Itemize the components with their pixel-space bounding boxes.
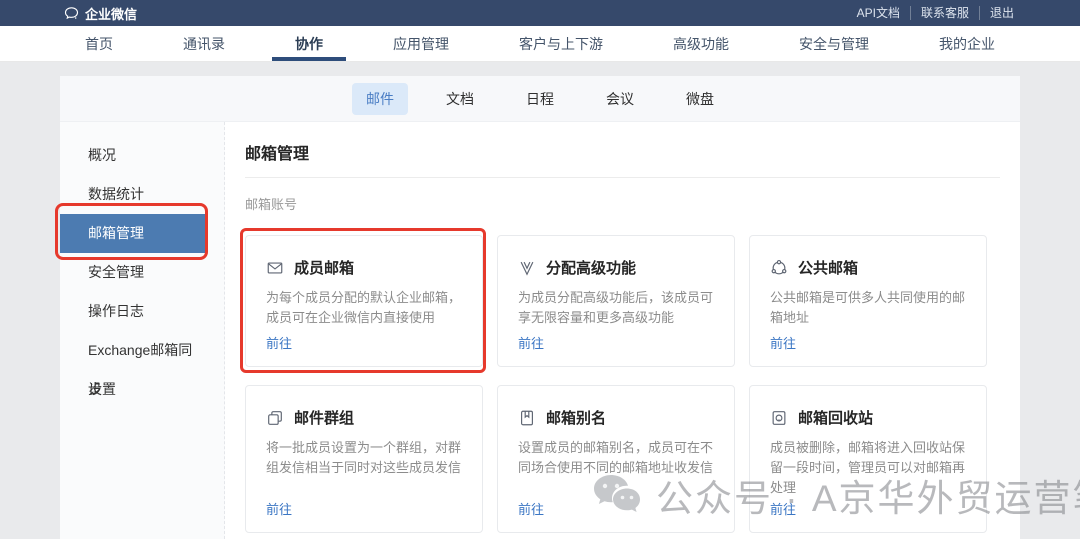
nav-item-label: 客户与上下游 bbox=[519, 35, 603, 52]
topbar-link[interactable]: API文档 bbox=[847, 6, 910, 20]
collab-tabbar: 邮件 文档 日程 会议 微盘 bbox=[60, 76, 1020, 122]
go-link[interactable]: 前往 bbox=[266, 499, 292, 518]
tab[interactable]: 文档 bbox=[432, 83, 488, 115]
go-link[interactable]: 前往 bbox=[770, 499, 796, 518]
card-description: 公共邮箱是可供多人共同使用的邮箱地址 bbox=[770, 290, 966, 326]
card-description: 设置成员的邮箱别名，成员可在不同场合使用不同的邮箱地址收发信 bbox=[518, 440, 714, 476]
go-link[interactable]: 前往 bbox=[266, 333, 292, 352]
nav-item-label: 协作 bbox=[295, 35, 323, 52]
nav-item-label: 应用管理 bbox=[393, 35, 449, 52]
card-title: 邮件群组 bbox=[294, 410, 355, 427]
sidebar-item[interactable]: 概况 bbox=[60, 136, 206, 175]
feature-card: 成员邮箱 为每个成员分配的默认企业邮箱，成员可在企业微信内直接使用 前往 bbox=[245, 235, 483, 367]
nav-item-label: 安全与管理 bbox=[799, 35, 869, 52]
card-head: 公共邮箱 bbox=[770, 257, 966, 278]
collab-tabs: 邮件 文档 日程 会议 微盘 bbox=[352, 82, 728, 115]
nav-item[interactable]: 应用管理 bbox=[393, 26, 449, 61]
card-title: 成员邮箱 bbox=[294, 260, 355, 277]
title-divider bbox=[245, 177, 1000, 178]
sidebar-item[interactable]: 安全管理 bbox=[60, 253, 206, 292]
tab[interactable]: 微盘 bbox=[672, 83, 728, 115]
tab[interactable]: 会议 bbox=[592, 83, 648, 115]
topbar: 企业微信 API文档 联系客服 退出 bbox=[0, 0, 1080, 26]
feature-card: 邮件群组 将一批成员设置为一个群组，对群组发信相当于同时对这些成员发信 前往 bbox=[245, 385, 483, 533]
sidebar-item[interactable]: 数据统计 bbox=[60, 175, 206, 214]
nav-item-label: 通讯录 bbox=[183, 35, 225, 52]
card-head: 邮箱回收站 bbox=[770, 407, 966, 428]
feature-card: 邮箱别名 设置成员的邮箱别名，成员可在不同场合使用不同的邮箱地址收发信 前往 bbox=[497, 385, 735, 533]
card-description: 成员被删除，邮箱将进入回收站保留一段时间，管理员可以对邮箱再处理 bbox=[770, 440, 966, 496]
card-title: 公共邮箱 bbox=[798, 260, 859, 277]
nav-item[interactable]: 客户与上下游 bbox=[519, 26, 603, 61]
tab[interactable]: 邮件 bbox=[352, 82, 408, 115]
card-head: 邮件群组 bbox=[266, 407, 462, 428]
feature-card: 邮箱回收站 成员被删除，邮箱将进入回收站保留一段时间，管理员可以对邮箱再处理 前… bbox=[749, 385, 987, 533]
recycle-bin-icon bbox=[770, 409, 788, 427]
page-title: 邮箱管理 bbox=[245, 146, 310, 163]
sidebar-item[interactable]: 操作日志 bbox=[60, 292, 206, 331]
go-link[interactable]: 前往 bbox=[518, 333, 544, 352]
mail-icon bbox=[266, 259, 284, 277]
shared-circle-icon bbox=[770, 259, 788, 277]
nav-item[interactable]: 协作 bbox=[295, 26, 323, 61]
vip-v-icon bbox=[518, 259, 536, 277]
feature-cards: 成员邮箱 为每个成员分配的默认企业邮箱，成员可在企业微信内直接使用 前往 分配高… bbox=[245, 235, 987, 533]
brand-name: 企业微信 bbox=[85, 6, 138, 22]
topbar-link[interactable]: 退出 bbox=[978, 6, 1024, 20]
main-nav: 首页 通讯录 协作 应用管理 客户与上下游 高级功能 安全与管理 我的企业 bbox=[0, 26, 1080, 62]
sidebar-item[interactable]: 邮箱管理 bbox=[60, 214, 206, 253]
card-head: 成员邮箱 bbox=[266, 257, 462, 278]
bookmark-alias-icon bbox=[518, 409, 536, 427]
nav-item-label: 首页 bbox=[85, 35, 113, 52]
card-title: 邮箱别名 bbox=[546, 410, 607, 427]
card-description: 将一批成员设置为一个群组，对群组发信相当于同时对这些成员发信 bbox=[266, 440, 462, 476]
feature-card: 公共邮箱 公共邮箱是可供多人共同使用的邮箱地址 前往 bbox=[749, 235, 987, 367]
go-link[interactable]: 前往 bbox=[770, 333, 796, 352]
feature-card: 分配高级功能 为成员分配高级功能后，该成员可享无限容量和更多高级功能 前往 bbox=[497, 235, 735, 367]
sidebar: 概况 数据统计 邮箱管理 安全管理 操作日志 Exchange邮箱同步 设置 bbox=[60, 122, 225, 539]
card-head: 分配高级功能 bbox=[518, 257, 714, 278]
sidebar-item[interactable]: 设置 bbox=[60, 370, 206, 409]
card-description: 为成员分配高级功能后，该成员可享无限容量和更多高级功能 bbox=[518, 290, 714, 326]
wecom-logo-icon bbox=[64, 6, 79, 20]
nav-item[interactable]: 高级功能 bbox=[673, 26, 729, 61]
nav-item-label: 高级功能 bbox=[673, 35, 729, 52]
nav-item-label: 我的企业 bbox=[939, 35, 995, 52]
topbar-link[interactable]: 联系客服 bbox=[909, 6, 979, 20]
group-copy-icon bbox=[266, 409, 284, 427]
nav-item[interactable]: 通讯录 bbox=[183, 26, 225, 61]
nav-item[interactable]: 首页 bbox=[85, 26, 113, 61]
brand[interactable]: 企业微信 bbox=[64, 4, 137, 23]
topbar-links: API文档 联系客服 退出 bbox=[847, 6, 1024, 20]
card-description: 为每个成员分配的默认企业邮箱，成员可在企业微信内直接使用 bbox=[266, 290, 462, 326]
sidebar-item[interactable]: Exchange邮箱同步 bbox=[60, 331, 206, 397]
tab[interactable]: 日程 bbox=[512, 83, 568, 115]
card-title: 邮箱回收站 bbox=[798, 410, 874, 427]
main-panel: 邮箱管理 邮箱账号 成员邮箱 为每个成员分配的默认企业邮箱，成员可在企业微信内直… bbox=[225, 122, 1020, 539]
nav-item[interactable]: 我的企业 bbox=[939, 26, 995, 61]
wecom-admin-screen: 企业微信 API文档 联系客服 退出 首页 通讯录 协作 应用管理 客户与上下游 高… bbox=[0, 0, 1080, 539]
card-title: 分配高级功能 bbox=[546, 260, 637, 277]
card-head: 邮箱别名 bbox=[518, 407, 714, 428]
content-panel: 邮件 文档 日程 会议 微盘 概况 数据统计 邮箱管理 安全管理 操作日志 Exchange邮箱同… bbox=[55, 76, 1080, 539]
go-link[interactable]: 前往 bbox=[518, 499, 544, 518]
section-label: 邮箱账号 bbox=[245, 197, 298, 212]
nav-item[interactable]: 安全与管理 bbox=[799, 26, 869, 61]
